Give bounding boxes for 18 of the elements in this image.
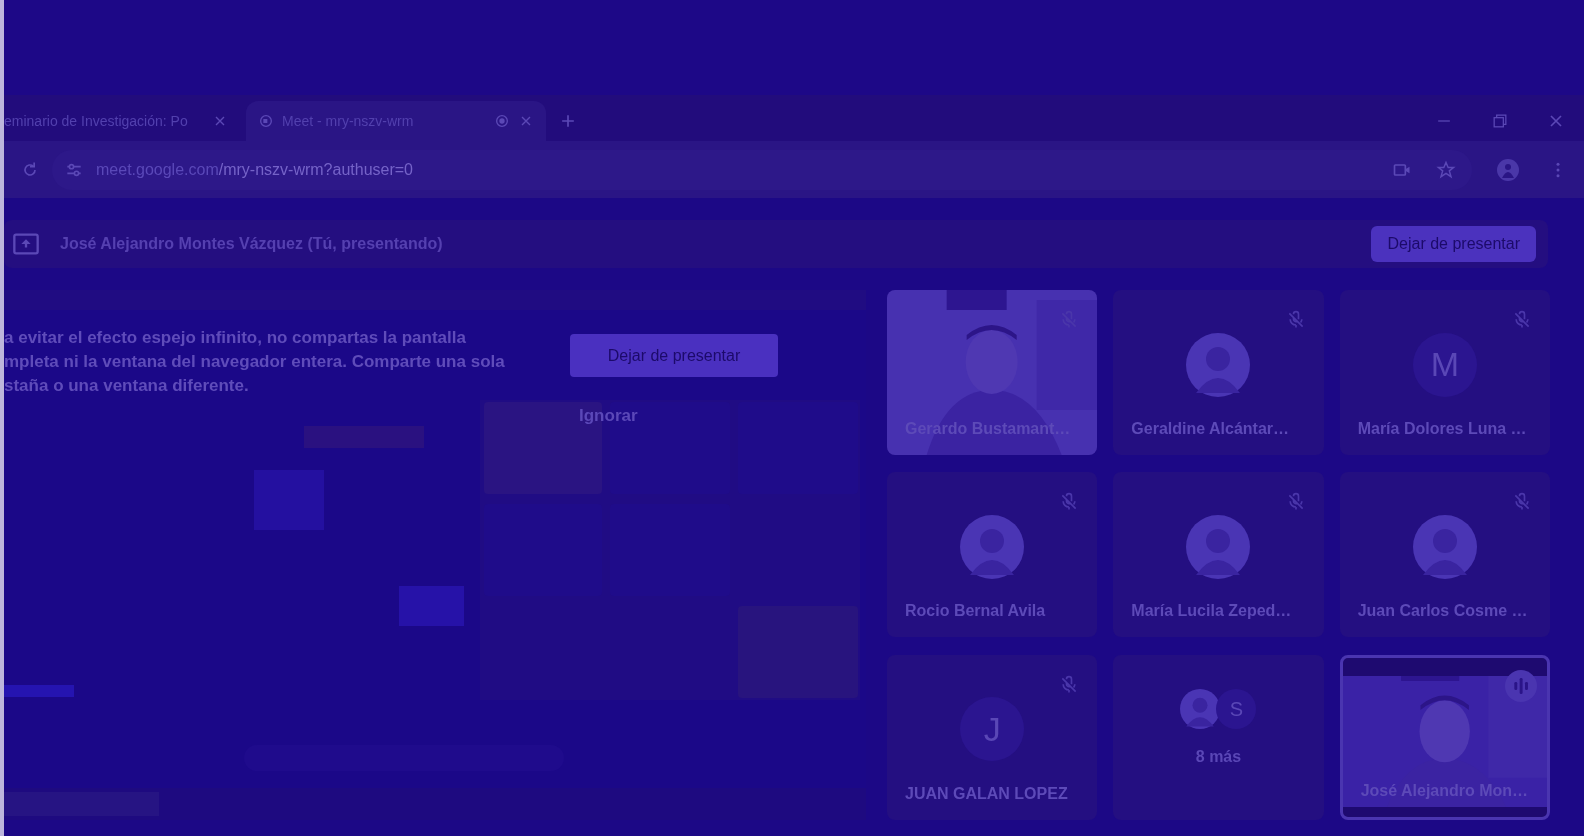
participant-name: Geraldine Alcántar… bbox=[1131, 419, 1290, 439]
more-participants-label: 8 más bbox=[1195, 747, 1242, 768]
participant-name: Juan Carlos Cosme … bbox=[1357, 601, 1529, 622]
stop-presenting-button[interactable]: Dejar de presentar bbox=[570, 334, 778, 377]
participant-name: María Lucila Zeped… bbox=[1131, 601, 1293, 622]
audio-level-icon bbox=[1505, 669, 1537, 702]
star-icon[interactable] bbox=[1436, 159, 1456, 180]
participant-name: María Dolores Luna … bbox=[1357, 419, 1528, 439]
dismiss-link[interactable]: Ignorar bbox=[579, 403, 638, 429]
stop-presenting-button[interactable]: Dejar de presentar bbox=[1371, 226, 1536, 262]
participant-name: Rocio Bernal Avila bbox=[905, 601, 1047, 622]
warning-message: a evitar el efecto espejo infinito, no compartas la pantalla mpleta ni la ventana del navegador entera. Comparte una sola staña o una ventana diferente. bbox=[4, 327, 506, 397]
profile-avatar-icon[interactable] bbox=[1496, 157, 1520, 182]
url-path: /mry-nszv-wrm?authuser=0 bbox=[218, 159, 413, 180]
address-bar[interactable]: meet.google.com/mry-nszv-wrm?authuser=0 bbox=[52, 149, 1472, 190]
recording-icon bbox=[494, 113, 510, 129]
participant-name: JUAN GALAN LOPEZ bbox=[905, 783, 1069, 804]
url-domain: meet.google.com bbox=[96, 159, 219, 180]
